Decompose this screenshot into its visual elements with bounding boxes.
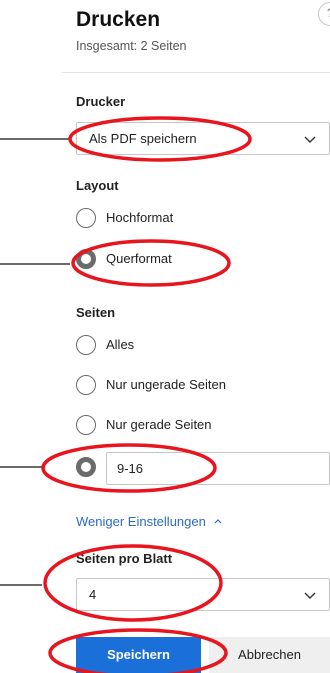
page-title: Drucken: [76, 8, 161, 31]
cancel-button[interactable]: Abbrechen: [209, 637, 330, 673]
radio-button[interactable]: [76, 335, 96, 355]
fewer-settings-link[interactable]: Weniger Einstellungen: [76, 514, 223, 529]
page-count-subtitle: Insgesamt: 2 Seiten: [76, 39, 187, 53]
radio-landscape-label: Querformat: [106, 251, 172, 266]
help-button[interactable]: ?: [318, 2, 330, 26]
chevron-down-icon: [304, 592, 316, 599]
radio-button[interactable]: [76, 375, 96, 395]
pages-per-sheet-label: Seiten pro Blatt: [76, 551, 173, 566]
chevron-down-icon: [304, 136, 316, 143]
radio-button[interactable]: [76, 249, 96, 269]
pages-per-sheet-value: 4: [89, 587, 97, 602]
radio-even-pages-label: Nur gerade Seiten: [106, 417, 212, 432]
radio-button[interactable]: [76, 208, 96, 228]
radio-portrait-label: Hochformat: [106, 210, 174, 225]
radio-all-pages-label: Alles: [106, 337, 135, 352]
pages-label: Seiten: [76, 305, 116, 320]
layout-label: Layout: [76, 178, 119, 193]
annotation-overlay: [0, 116, 252, 673]
radio-button[interactable]: [76, 457, 96, 477]
page-range-value: 9-16: [117, 461, 144, 476]
save-button[interactable]: Speichern: [76, 637, 201, 673]
pages-per-sheet-select[interactable]: 4: [76, 578, 330, 611]
fewer-settings-label: Weniger Einstellungen: [76, 514, 206, 529]
printer-select-value: Als PDF speichern: [89, 131, 197, 146]
header-divider: [62, 72, 330, 73]
chevron-up-icon: [215, 519, 222, 524]
printer-label: Drucker: [76, 94, 126, 109]
page-range-input[interactable]: 9-16: [106, 452, 330, 485]
printer-select[interactable]: Als PDF speichern: [76, 122, 330, 155]
radio-button[interactable]: [76, 415, 96, 435]
radio-odd-pages-label: Nur ungerade Seiten: [106, 377, 226, 392]
